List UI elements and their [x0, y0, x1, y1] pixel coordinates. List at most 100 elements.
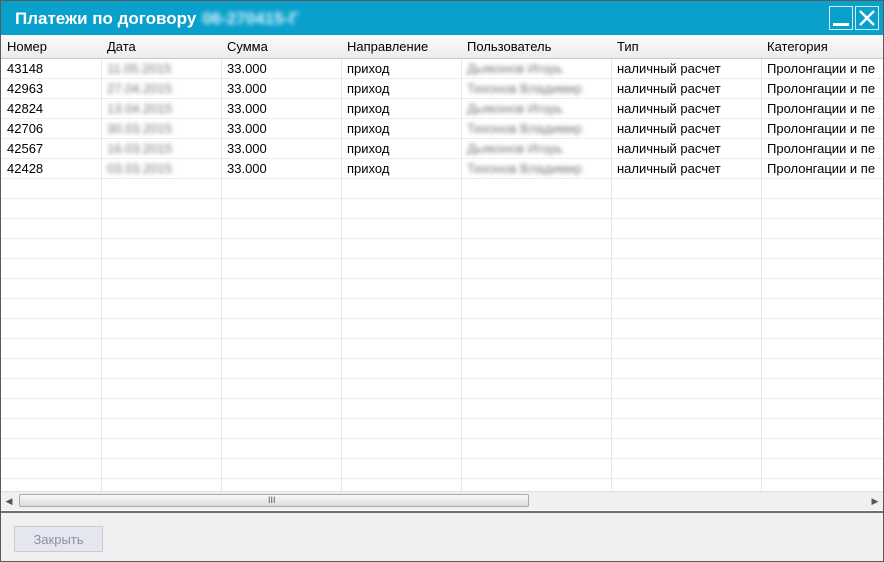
cell-category: Пролонгации и пе: [761, 79, 883, 99]
cell-type: [611, 299, 762, 319]
cell-type: [611, 459, 762, 479]
scroll-thumb[interactable]: III: [19, 494, 529, 507]
cell-type: наличный расчет: [611, 139, 762, 159]
cell-user-text: Дьяконов Игорь: [467, 101, 563, 116]
empty-row: [1, 259, 883, 279]
cell-direction: приход: [341, 139, 462, 159]
cell-number: 43148: [1, 59, 102, 79]
cell-direction: [341, 259, 462, 279]
table-row[interactable]: 42824 13.04.2015 33.000 приход Дьяконов Игор…: [1, 99, 883, 119]
cell-number: [1, 339, 102, 359]
cell-type: [611, 419, 762, 439]
cell-number: [1, 199, 102, 219]
payments-table[interactable]: Номер Дата Сумма Направление Пользователь Тип…: [1, 35, 883, 491]
cell-date: 27.04.2015: [101, 79, 222, 99]
cell-user: [461, 179, 612, 199]
cell-user: [461, 439, 612, 459]
cell-date-text: 11.05.2015: [107, 61, 172, 76]
cell-number: [1, 259, 102, 279]
empty-row: [1, 179, 883, 199]
cell-category: [761, 239, 883, 259]
cell-number: [1, 319, 102, 339]
cell-type: [611, 239, 762, 259]
cell-number: [1, 239, 102, 259]
title-bar: Платежи по договору 06-270415-Г: [1, 1, 883, 35]
close-icon: [859, 10, 875, 26]
cell-user: [461, 379, 612, 399]
empty-row: [1, 239, 883, 259]
cell-user: [461, 359, 612, 379]
cell-date: [101, 399, 222, 419]
column-header-user[interactable]: Пользователь: [461, 35, 612, 59]
cell-direction: [341, 279, 462, 299]
cell-amount: [221, 379, 342, 399]
column-header-category[interactable]: Категория: [761, 35, 883, 59]
close-button[interactable]: Закрыть: [14, 526, 103, 552]
cell-category: [761, 259, 883, 279]
cell-date: 13.04.2015: [101, 99, 222, 119]
empty-row: [1, 339, 883, 359]
cell-direction: [341, 199, 462, 219]
table-row[interactable]: 42567 16.03.2015 33.000 приход Дьяконов Игор…: [1, 139, 883, 159]
cell-direction: [341, 339, 462, 359]
arrow-right-icon[interactable]: ▶: [869, 495, 881, 507]
cell-category: Пролонгации и пе: [761, 139, 883, 159]
cell-direction: [341, 239, 462, 259]
cell-amount: 33.000: [221, 159, 342, 179]
cell-amount: 33.000: [221, 59, 342, 79]
cell-date: [101, 339, 222, 359]
cell-number: [1, 459, 102, 479]
arrow-left-icon[interactable]: ◀: [3, 495, 15, 507]
cell-user: [461, 199, 612, 219]
close-window-button[interactable]: [855, 6, 879, 30]
cell-type: [611, 199, 762, 219]
cell-type-text: наличный расчет: [617, 81, 721, 96]
cell-amount: [221, 339, 342, 359]
cell-date-text: 27.04.2015: [107, 81, 173, 96]
cell-type: [611, 279, 762, 299]
cell-category: [761, 179, 883, 199]
cell-number: [1, 399, 102, 419]
column-header-amount[interactable]: Сумма: [221, 35, 342, 59]
column-header-number[interactable]: Номер: [1, 35, 102, 59]
cell-type-text: наличный расчет: [617, 101, 721, 116]
cell-category-text: Пролонгации и пе: [767, 121, 876, 136]
cell-amount-text: 33.000: [227, 61, 267, 76]
cell-category: Пролонгации и пе: [761, 119, 883, 139]
minimize-button[interactable]: [829, 6, 853, 30]
cell-category: [761, 199, 883, 219]
cell-amount: 33.000: [221, 99, 342, 119]
cell-amount: [221, 279, 342, 299]
table-row[interactable]: 43148 11.05.2015 33.000 приход Дьяконов Игор…: [1, 59, 883, 79]
table-row[interactable]: 42706 30.03.2015 33.000 приход Тихонов Влади…: [1, 119, 883, 139]
column-header-type[interactable]: Тип: [611, 35, 762, 59]
table-row[interactable]: 42428 03.03.2015 33.000 приход Тихонов Влади…: [1, 159, 883, 179]
column-header-direction[interactable]: Направление: [341, 35, 462, 59]
empty-row: [1, 199, 883, 219]
cell-direction: [341, 319, 462, 339]
cell-type: [611, 339, 762, 359]
cell-direction: приход: [341, 99, 462, 119]
table-row[interactable]: 42963 27.04.2015 33.000 приход Тихонов Влади…: [1, 79, 883, 99]
cell-user: [461, 219, 612, 239]
cell-category: [761, 339, 883, 359]
cell-direction: приход: [341, 79, 462, 99]
cell-type: наличный расчет: [611, 79, 762, 99]
cell-date-text: 03.03.2015: [107, 161, 173, 176]
cell-amount: 33.000: [221, 119, 342, 139]
cell-category: [761, 299, 883, 319]
cell-direction-text: приход: [347, 61, 390, 76]
horizontal-scrollbar[interactable]: ◀ III ▶: [1, 491, 883, 510]
column-header-date[interactable]: Дата: [101, 35, 222, 59]
cell-user: Тихонов Владимир: [461, 159, 612, 179]
cell-category: [761, 319, 883, 339]
empty-row: [1, 359, 883, 379]
cell-date: 11.05.2015: [101, 59, 222, 79]
cell-type: [611, 479, 762, 491]
cell-category-text: Пролонгации и пе: [767, 141, 876, 156]
cell-date: [101, 259, 222, 279]
cell-user-text: Тихонов Владимир: [467, 121, 582, 136]
cell-date: [101, 419, 222, 439]
cell-user: [461, 399, 612, 419]
cell-direction-text: приход: [347, 121, 390, 136]
